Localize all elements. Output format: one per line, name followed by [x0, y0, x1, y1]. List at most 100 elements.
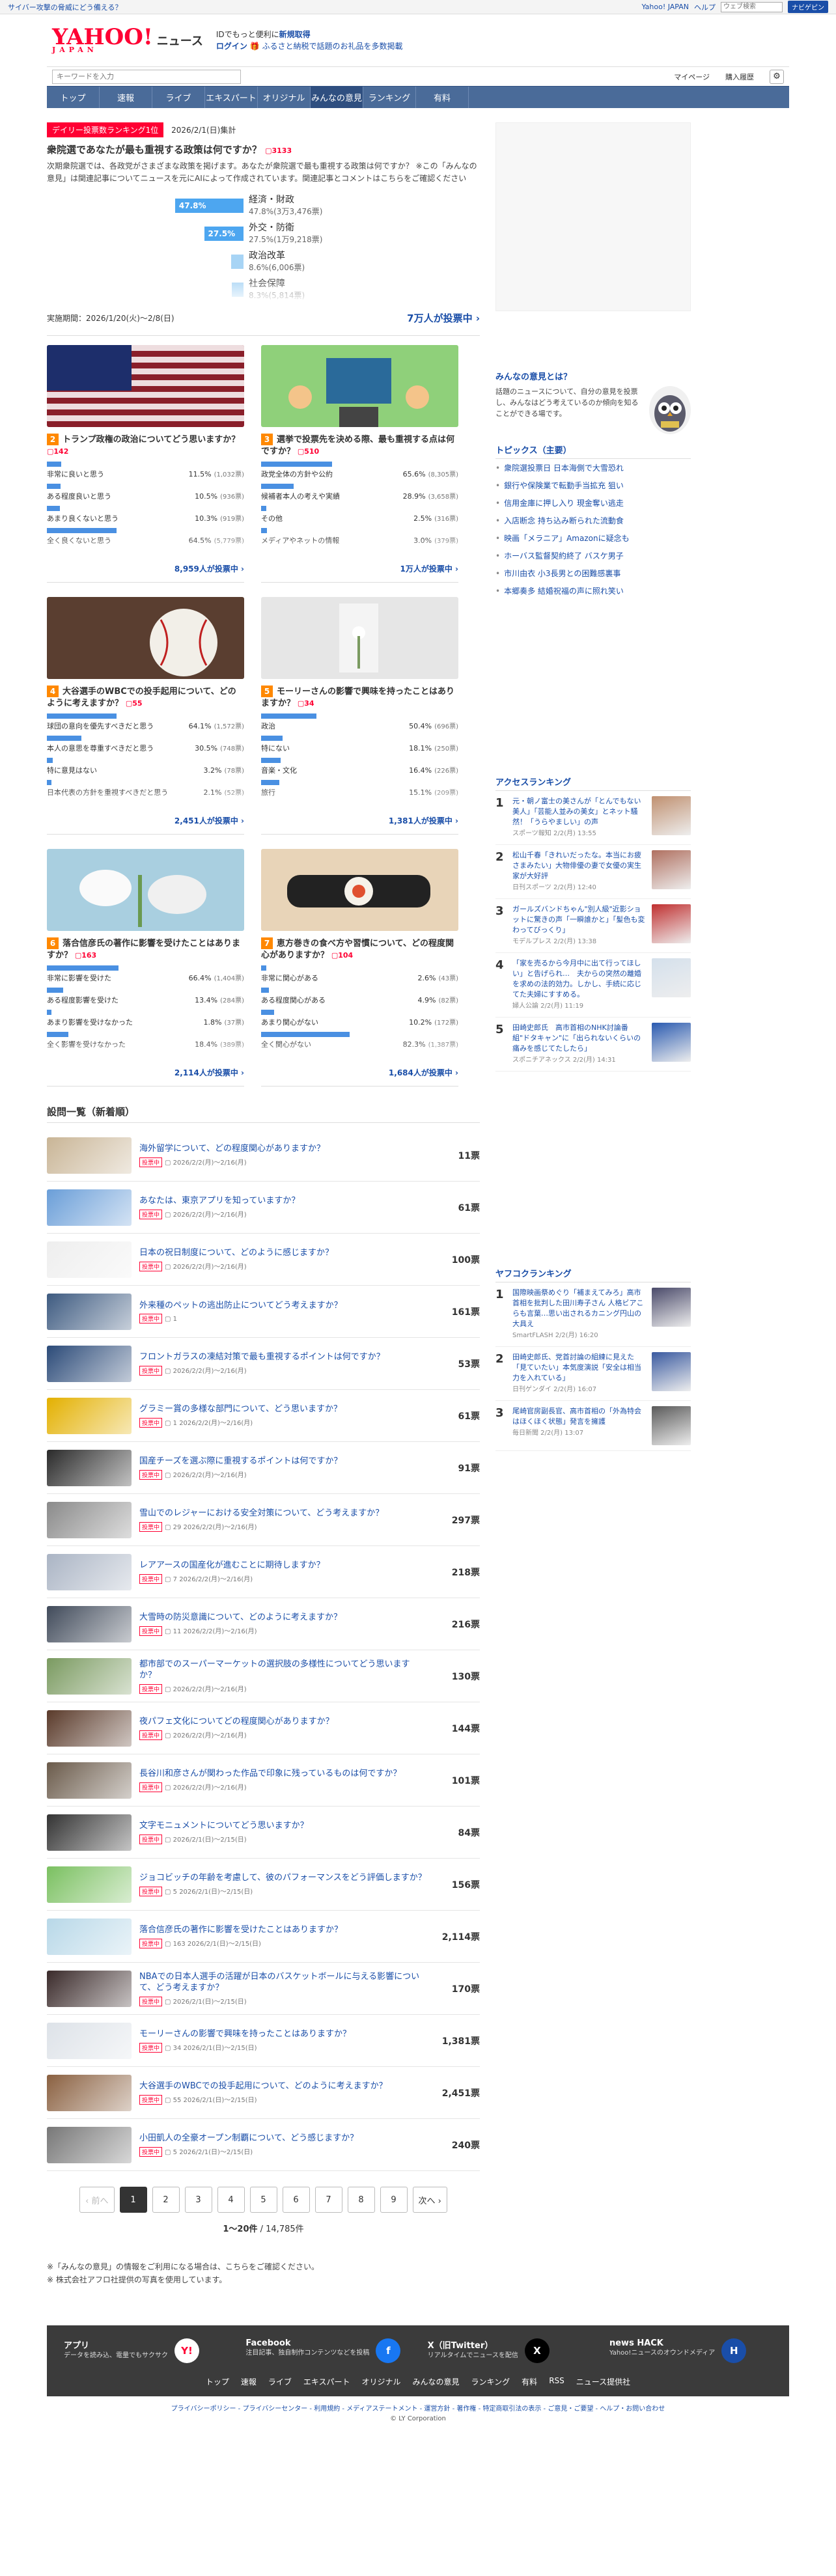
nav-original[interactable]: オリジナル: [258, 87, 311, 108]
list-item-title[interactable]: 海外留学について、どの程度関心がありますか？: [139, 1143, 426, 1154]
list-item[interactable]: 夜パフェ文化についてどの程度関心がありますか？ 投票中 ▢ 2026/2/2(月)〜…: [47, 1702, 480, 1754]
nav-paid[interactable]: 有料: [416, 87, 469, 108]
list-item-title[interactable]: モーリーさんの影響で興味を持ったことはありますか？: [139, 2029, 426, 2040]
poll-card-title[interactable]: 6 落合信彦氏の著作に影響を受けたことはありますか？ ▢163: [47, 937, 244, 962]
list-item-title[interactable]: 国産チーズを選ぶ際に重視するポイントは何ですか？: [139, 1456, 426, 1467]
list-item-title[interactable]: ジョコビッチの年齢を考慮して、彼のパフォーマンスをどう評価しますか？: [139, 1872, 426, 1883]
list-item[interactable]: 文字モニュメントについてどう思いますか？ 投票中 ▢ 2026/2/1(日)〜2/1…: [47, 1807, 480, 1859]
footer-column[interactable]: X（旧Twitter） リアルタイムでニュースを配信 X: [428, 2338, 591, 2363]
nav-opinion[interactable]: みんなの意見: [311, 87, 363, 108]
help-link[interactable]: ヘルプ: [694, 2, 716, 12]
poll-card-title[interactable]: 5 モーリーさんの影響で興味を持ったことはありますか？ ▢34: [261, 686, 458, 710]
poll-card-vote-link[interactable]: 2,451人が投票中 ›: [174, 816, 244, 825]
nav-top[interactable]: トップ: [47, 87, 100, 108]
poll-card[interactable]: 6 落合信彦氏の著作に影響を受けたことはありますか？ ▢163 非常に影響を受けた 6…: [47, 849, 244, 1087]
ranking-title[interactable]: 国際映画祭めぐり「補まえてみろ」高市首相を批判した田川寿子さん 人格ビアこらも言…: [512, 1288, 645, 1329]
ranking-item[interactable]: 5 田崎史郎氏 高市首相のNHK討論番組"ドタキャン"に「出られないくらいの痛みを…: [495, 1018, 691, 1072]
footer-link[interactable]: トップ: [206, 2376, 229, 2387]
web-search-button[interactable]: ナビゲピン: [788, 1, 828, 13]
nav-ranking[interactable]: ランキング: [363, 87, 416, 108]
purchase-history-link[interactable]: 購入履歴: [725, 72, 754, 82]
footer-link[interactable]: RSS: [549, 2376, 564, 2387]
ranking-title[interactable]: 元・朝ノ富士の美さんが「とんでもない美人」「芸能人並みの美女」とネット騒然！「う…: [512, 796, 645, 827]
poll-card-title[interactable]: 7 恵方巻きの食べ方や習慣について、どの程度関心がありますか？ ▢104: [261, 937, 458, 962]
opinion-about-title[interactable]: みんなの意見とは？: [495, 370, 691, 382]
list-item-title[interactable]: レアアースの国産化が進むことに期待しますか？: [139, 1560, 426, 1571]
footer-column[interactable]: アプリ データを読み込、電量でもサクサク Y!: [64, 2338, 227, 2363]
list-item[interactable]: 都市部でのスーパーマーケットの選択肢の多様性についてどう思いますか？ 投票中 ▢ 2…: [47, 1650, 480, 1702]
list-item-title[interactable]: 都市部でのスーパーマーケットの選択肢の多様性についてどう思いますか？: [139, 1659, 426, 1681]
list-item[interactable]: フロントガラスの凍結対策で最も重視するポイントは何ですか？ 投票中 ▢ 2026/2…: [47, 1338, 480, 1390]
furusato-link[interactable]: ふるさと納税で話題のお礼品を多数掲載: [262, 42, 403, 51]
pager-page-2[interactable]: 2: [152, 2187, 180, 2213]
topic-item[interactable]: 入店断念 持ち込み断られた流動食: [495, 512, 691, 529]
poll-card-vote-link[interactable]: 2,114人が投票中 ›: [174, 1068, 244, 1077]
access-ranking-title[interactable]: アクセスランキング: [495, 775, 691, 791]
topic-item[interactable]: 本郷奏多 結婚祝福の声に照れ笑い: [495, 582, 691, 600]
poll-card[interactable]: 2 トランプ政権の政治についてどう思いますか？ ▢142 非常に良いと思う 11.5%…: [47, 345, 244, 583]
list-item[interactable]: 国産チーズを選ぶ際に重視するポイントは何ですか？ 投票中 ▢ 2026/2/2(月)…: [47, 1442, 480, 1494]
footer-link[interactable]: ランキング: [471, 2376, 510, 2387]
list-item[interactable]: 落合信彦氏の著作に影響を受けたことはありますか？ 投票中 ▢ 163 2026/2/…: [47, 1911, 480, 1963]
list-item-title[interactable]: 大谷選手のWBCでの投手起用について、どのように考えますか？: [139, 2081, 426, 2092]
list-item-title[interactable]: 小田凱人の全豪オープン制覇について、どう感じますか？: [139, 2133, 426, 2144]
ranking-item[interactable]: 2 松山千春「きれいだったな。本当にお疲さまみたい」大物俳優の妻で女優の実生家が大…: [495, 845, 691, 899]
pager-page-9[interactable]: 9: [380, 2187, 408, 2213]
footer-link[interactable]: オリジナル: [362, 2376, 401, 2387]
footer-link[interactable]: エキスパート: [303, 2376, 350, 2387]
topic-item[interactable]: 市川由衣 小3長男との困難感裏事: [495, 564, 691, 582]
pager-next[interactable]: 次へ ›: [412, 2187, 447, 2213]
topic-item[interactable]: 銀行や保険業で転勤手当拡充 狙い: [495, 477, 691, 494]
list-item[interactable]: 外来種のペットの逃出防止についてどう考えますか？ 投票中 ▢ 1 161票: [47, 1286, 480, 1338]
list-item[interactable]: あなたは、東京アプリを知っていますか？ 投票中 ▢ 2026/2/2(月)〜2/16…: [47, 1182, 480, 1234]
nav-live[interactable]: ライブ: [152, 87, 205, 108]
poll-card[interactable]: 7 恵方巻きの食べ方や習慣について、どの程度関心がありますか？ ▢104 非常に関心…: [261, 849, 458, 1087]
cyber-attack-link[interactable]: サイバー攻撃の脅威にどう備える？: [8, 2, 122, 12]
topic-item[interactable]: ホーバス監督契約終了 バスケ男子: [495, 547, 691, 564]
list-item-title[interactable]: 大雪時の防災意識について、どのように考えますか？: [139, 1612, 426, 1623]
ranking-title[interactable]: 尾崎官房副長官、高市首相の「外為特会はほくほく状態」発言を擁護: [512, 1406, 645, 1427]
topic-item[interactable]: 映画「メラニア」Amazonに疑念も: [495, 529, 691, 547]
login-link[interactable]: ログイン: [216, 42, 247, 51]
footer-link[interactable]: 有料: [522, 2376, 537, 2387]
list-item-title[interactable]: 日本の祝日制度について、どのように感じますか？: [139, 1247, 426, 1258]
footer-link[interactable]: 速報: [241, 2376, 257, 2387]
poll-card-title[interactable]: 3 選挙で投票先を決める際、最も重視する点は何ですか？ ▢510: [261, 434, 458, 458]
nav-expert[interactable]: エキスパート: [205, 87, 258, 108]
pager-page-4[interactable]: 4: [217, 2187, 245, 2213]
list-item-title[interactable]: NBAでの日本人選手の活躍が日本のバスケットボールに与える影響について、どう考え…: [139, 1971, 426, 1993]
list-item[interactable]: グラミー賞の多様な部門について、どう思いますか？ 投票中 ▢ 1 2026/2/2(…: [47, 1390, 480, 1442]
featured-vote-link[interactable]: 7万人が投票中 ›: [407, 311, 480, 325]
footer-column[interactable]: Facebook 注目記事、独自制作コンテンツなどを投稿 f: [245, 2338, 408, 2363]
list-item[interactable]: ジョコビッチの年齢を考慮して、彼のパフォーマンスをどう評価しますか？ 投票中 ▢ 5…: [47, 1859, 480, 1911]
yahoo-logo[interactable]: YAHOO! JAPAN: [52, 26, 153, 53]
footer-legal-links[interactable]: プライバシーポリシー - プライバシーセンター - 利用規約 - メディアステー…: [47, 2396, 789, 2415]
ranking-item[interactable]: 3 ガールズバンドちゃん"別人級"近影ショットに驚きの声「一瞬誰かと」「髪色も変わ…: [495, 899, 691, 953]
ranking-item[interactable]: 4 「家を売るから今月中に出て行ってほしい」と告げられ… 夫からの突然の離婚を求め…: [495, 953, 691, 1018]
ranking-title[interactable]: 「家を売るから今月中に出て行ってほしい」と告げられ… 夫からの突然の離婚を求めの…: [512, 958, 645, 1000]
ranking-title[interactable]: 松山千春「きれいだったな。本当にお疲さまみたい」大物俳優の妻で女優の実生家が大好…: [512, 850, 645, 881]
pager-page-3[interactable]: 3: [184, 2187, 212, 2213]
ranking-title[interactable]: 田崎史郎氏 高市首相のNHK討論番組"ドタキャン"に「出られないくらいの痛みを感…: [512, 1023, 645, 1054]
pager-page-6[interactable]: 6: [282, 2187, 310, 2213]
ranking-item[interactable]: 1 元・朝ノ富士の美さんが「とんでもない美人」「芸能人並みの美女」とネット騒然！「…: [495, 791, 691, 845]
list-item-title[interactable]: あなたは、東京アプリを知っていますか？: [139, 1195, 426, 1206]
poll-card[interactable]: 4 大谷選手のWBCでの投手起用について、どのように考えますか？ ▢55 球団の意向…: [47, 597, 244, 835]
yahuko-ranking-title[interactable]: ヤフコクランキング: [495, 1267, 691, 1282]
signup-link[interactable]: 新規取得: [279, 30, 311, 39]
list-item-title[interactable]: 長谷川和彦さんが関わった作品で印象に残っているものは何ですか？: [139, 1768, 426, 1779]
footer-link[interactable]: ライブ: [268, 2376, 292, 2387]
pager-prev[interactable]: ‹ 前へ: [79, 2187, 115, 2213]
ranking-item[interactable]: 1 国際映画祭めぐり「補まえてみろ」高市首相を批判した田川寿子さん 人格ビアこらも…: [495, 1282, 691, 1347]
web-search-input[interactable]: [721, 1, 783, 12]
ranking-item[interactable]: 2 田崎史郎氏、党首討論の組練に見えた「見ていたい」本気度演説「安全は相当力を入れ…: [495, 1347, 691, 1401]
footer-link[interactable]: みんなの意見: [413, 2376, 460, 2387]
list-item[interactable]: レアアースの国産化が進むことに期待しますか？ 投票中 ▢ 7 2026/2/2(月)…: [47, 1546, 480, 1598]
keyword-search-input[interactable]: [52, 69, 241, 84]
list-item[interactable]: 日本の祝日制度について、どのように感じますか？ 投票中 ▢ 2026/2/2(月)〜…: [47, 1234, 480, 1286]
list-item[interactable]: 小田凱人の全豪オープン制覇について、どう感じますか？ 投票中 ▢ 5 2026/2/…: [47, 2119, 480, 2171]
list-item[interactable]: NBAでの日本人選手の活躍が日本のバスケットボールに与える影響について、どう考え…: [47, 1963, 480, 2015]
poll-card[interactable]: 3 選挙で投票先を決める際、最も重視する点は何ですか？ ▢510 政党全体の方針や公…: [261, 345, 458, 583]
poll-card-vote-link[interactable]: 8,959人が投票中 ›: [174, 564, 244, 574]
ranking-title[interactable]: 田崎史郎氏、党首討論の組練に見えた「見ていたい」本気度演説「安全は相当力を入れて…: [512, 1352, 645, 1383]
